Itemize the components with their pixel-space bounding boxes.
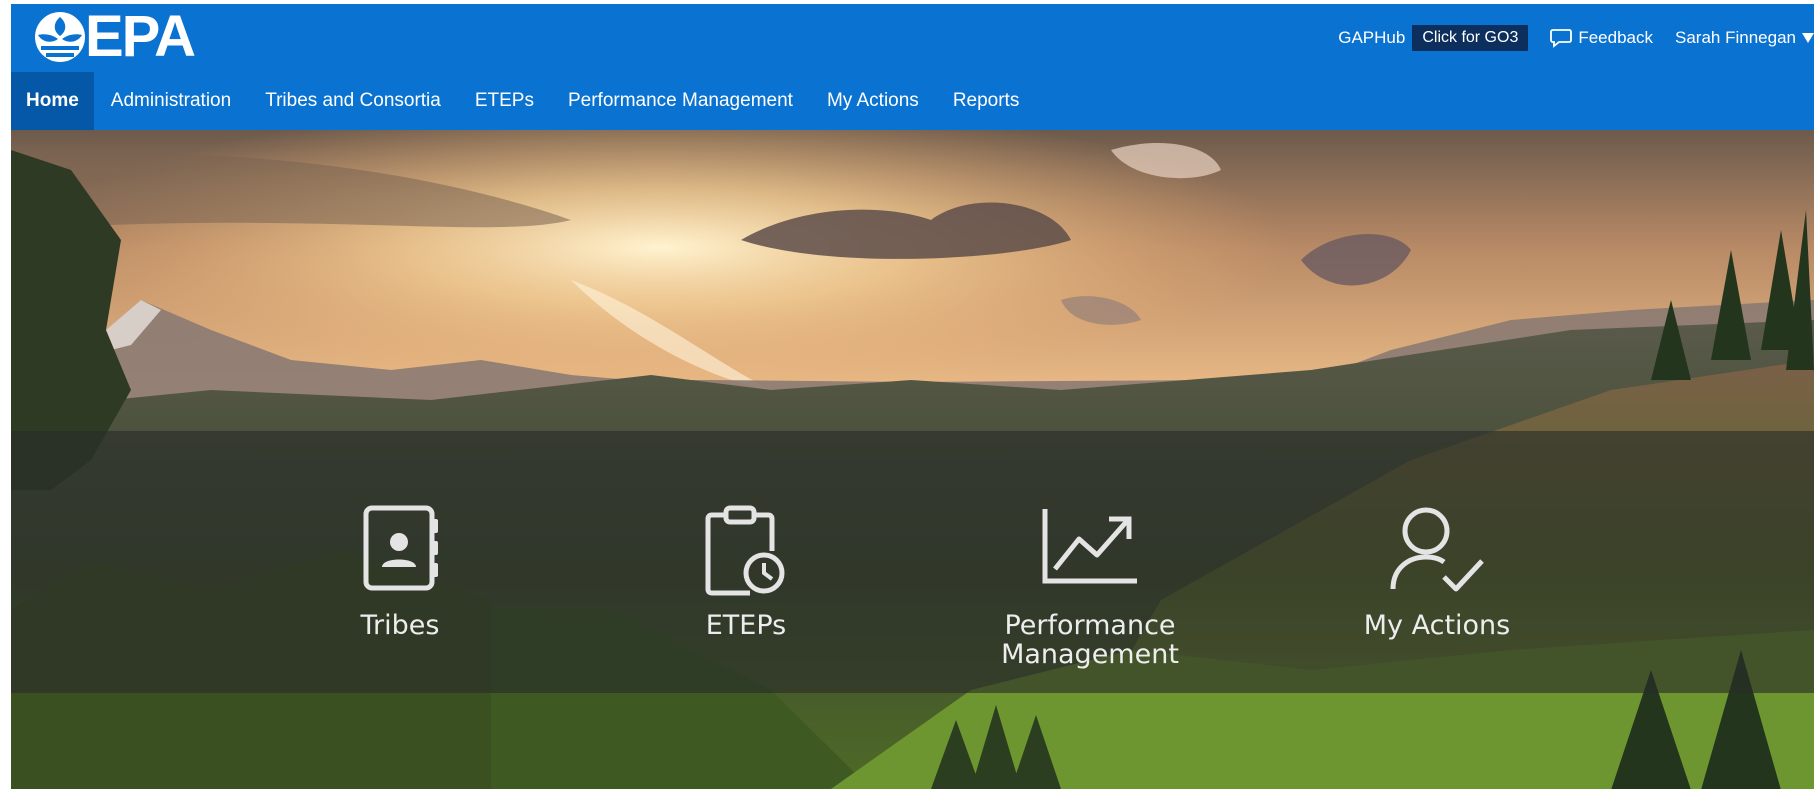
speech-bubble-icon [1550,29,1573,48]
tile-label-line2: Management [1001,639,1179,670]
tile-label-tribes: Tribes [360,610,440,641]
logo-text: EPA [85,4,196,69]
contact-book-icon [363,505,438,591]
nav-item-my-actions[interactable]: My Actions [810,72,936,130]
tile-performance-management[interactable]: Performance Management [960,431,1220,693]
page: EPA GAPHub Click for GO3 Feedback Sarah … [0,0,1814,789]
go3-button[interactable]: Click for GO3 [1412,25,1529,51]
nav-item-administration[interactable]: Administration [94,72,248,130]
header-utility-links: GAPHub Click for GO3 Feedback Sarah Finn… [1338,24,1814,52]
hero-banner: Tribes ETEPs Performance Management My A… [11,130,1814,789]
nav-item-home[interactable]: Home [11,72,94,130]
tile-eteps[interactable]: ETEPs [616,431,876,693]
main-nav: Home Administration Tribes and Consortia… [11,72,1814,130]
feedback-link[interactable]: Feedback [1550,28,1653,48]
top-header: EPA GAPHub Click for GO3 Feedback Sarah … [11,4,1814,72]
tile-label-performance-management: Performance Management [960,611,1220,669]
quick-links-band: Tribes ETEPs Performance Management My A… [11,431,1814,693]
nav-item-reports[interactable]: Reports [936,72,1037,130]
tile-label-eteps: ETEPs [705,610,787,641]
user-check-icon [1390,507,1484,592]
epa-logo[interactable]: EPA [33,4,196,69]
clipboard-clock-icon [705,505,785,596]
feedback-label: Feedback [1578,28,1654,47]
user-name: Sarah Finnegan [1675,28,1796,47]
trend-chart-icon [1042,509,1137,584]
tile-tribes[interactable]: Tribes [270,431,530,693]
nav-item-tribes-and-consortia[interactable]: Tribes and Consortia [248,72,458,130]
nav-item-performance-management[interactable]: Performance Management [551,72,810,130]
tile-label-my-actions: My Actions [1363,610,1511,641]
chevron-down-icon [1802,33,1814,43]
epa-flower-icon [35,12,85,62]
nav-item-eteps[interactable]: ETEPs [458,72,551,130]
tile-label-line1: Performance [1004,610,1176,641]
user-menu[interactable]: Sarah Finnegan [1675,28,1814,48]
tile-my-actions[interactable]: My Actions [1307,431,1567,693]
gaphub-label: GAPHub [1338,28,1406,47]
